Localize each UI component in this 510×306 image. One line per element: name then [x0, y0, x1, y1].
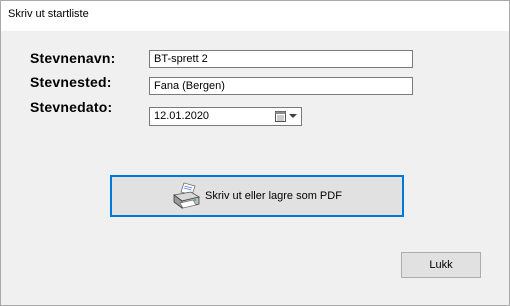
- chevron-down-icon: [289, 114, 297, 118]
- close-button[interactable]: Lukk: [401, 252, 481, 278]
- calendar-icon: [275, 111, 286, 122]
- event-date-picker[interactable]: 12.01.2020: [149, 107, 302, 126]
- printer-icon: [173, 182, 201, 209]
- title-bar: Skriv ut startliste: [1, 1, 509, 31]
- event-name-label: Stevnenavn:: [30, 50, 116, 66]
- print-pdf-label: Skriv ut eller lagre som PDF: [205, 190, 342, 202]
- event-name-value: BT-sprett 2: [154, 53, 208, 65]
- print-pdf-button[interactable]: Skriv ut eller lagre som PDF: [110, 175, 404, 217]
- print-startlist-dialog: Skriv ut startliste Stevnenavn: BT-spret…: [0, 0, 510, 306]
- window-title: Skriv ut startliste: [8, 8, 89, 20]
- event-date-label: Stevnedato:: [30, 99, 113, 115]
- event-place-field[interactable]: Fana (Bergen): [149, 77, 413, 95]
- event-place-label: Stevnested:: [30, 74, 112, 90]
- date-dropdown-button[interactable]: [275, 110, 297, 123]
- event-date-value: 12.01.2020: [154, 110, 210, 122]
- event-place-value: Fana (Bergen): [154, 80, 225, 92]
- event-name-field[interactable]: BT-sprett 2: [149, 50, 413, 68]
